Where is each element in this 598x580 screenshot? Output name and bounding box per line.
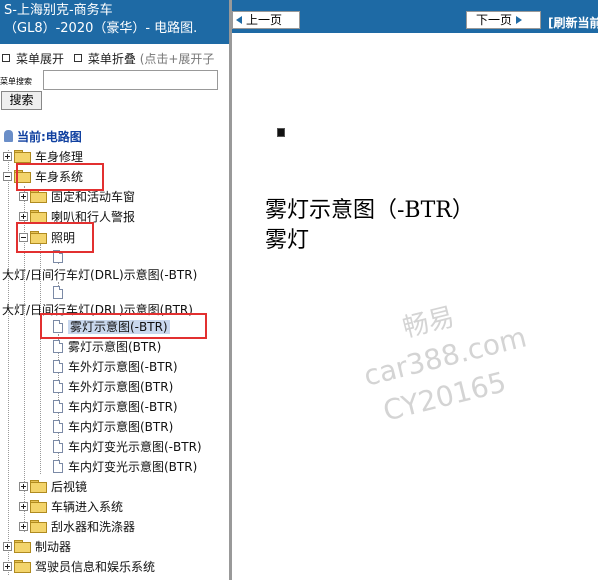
folder-icon (30, 520, 47, 533)
menu-toggles: 菜单展开 菜单折叠 (点击+展开子 (2, 50, 214, 67)
folder-icon (14, 560, 31, 573)
collapse-menu-icon[interactable] (73, 54, 82, 62)
search-button[interactable]: 搜索 (1, 91, 42, 110)
search-input[interactable] (43, 70, 218, 90)
node-label: 后视镜 (51, 480, 88, 494)
diagram-title: 雾灯示意图（-BTR） (265, 198, 474, 223)
folder-icon (30, 480, 47, 493)
tree-node-doc-icon[interactable] (53, 284, 68, 302)
next-page-button[interactable]: 下一页 (466, 11, 541, 29)
collapse-icon[interactable] (3, 172, 12, 181)
tree-node-fog-btr[interactable]: 雾灯示意图(BTR) (53, 338, 161, 356)
tree-line (8, 150, 9, 575)
collapse-hint: (点击+展开子 (139, 52, 215, 66)
node-label: 大灯/日间行车灯(DRL)示意图(-BTR) (2, 268, 198, 282)
node-label: 刮水器和洗涤器 (51, 520, 136, 534)
next-page-label: 下一页 (476, 13, 513, 27)
tree-node-int-btr[interactable]: 车内灯示意图(BTR) (53, 418, 173, 436)
highlight-box-fog-lamp (40, 313, 207, 339)
nav-header: S-上海别克-商务车 （GL8）-2020（豪华）- 电路图. (0, 0, 229, 44)
tree-node-brakes[interactable]: 制动器 (3, 538, 71, 556)
document-icon (53, 286, 63, 299)
content-toolbar: 上一页 下一页 [刷新当前 (232, 0, 598, 33)
expand-icon[interactable] (19, 192, 28, 201)
tree-node-wipers[interactable]: 刮水器和洗涤器 (19, 518, 135, 536)
document-icon (53, 460, 63, 473)
document-icon (53, 380, 63, 393)
location-icon (4, 130, 13, 142)
node-label: 车外灯示意图(-BTR) (68, 360, 178, 374)
folder-icon (30, 500, 47, 513)
arrow-right-icon (516, 16, 523, 24)
tree-node-dim-btr[interactable]: 车内灯变光示意图(BTR) (53, 458, 197, 476)
tree-node-entry[interactable]: 车辆进入系统 (19, 498, 123, 516)
node-label: 固定和活动车窗 (51, 190, 136, 204)
expand-icon[interactable] (19, 482, 28, 491)
diagram-subtitle: 雾灯 (265, 228, 310, 253)
expand-icon[interactable] (19, 212, 28, 221)
broken-image-icon (277, 128, 285, 137)
node-label: 雾灯示意图(BTR) (68, 340, 162, 354)
tree-node-drl-btr-minus[interactable]: 大灯/日间行车灯(DRL)示意图(-BTR) (2, 266, 197, 284)
node-label: 制动器 (35, 540, 72, 554)
node-label: 车内灯变光示意图(-BTR) (68, 440, 202, 454)
vehicle-title-line1: S-上海别克-商务车 (4, 3, 113, 18)
document-icon (53, 420, 63, 433)
node-label: 车内灯变光示意图(BTR) (68, 460, 198, 474)
node-label: 车内灯示意图(-BTR) (68, 400, 178, 414)
expand-menu-link[interactable]: 菜单展开 (16, 52, 64, 66)
folder-icon (14, 150, 31, 163)
tree-node-dim-btr-minus[interactable]: 车内灯变光示意图(-BTR) (53, 438, 202, 456)
folder-icon (14, 540, 31, 553)
highlight-box-body-system (16, 163, 104, 191)
tree-node-infotainment[interactable]: 驾驶员信息和娱乐系统 (3, 558, 155, 576)
content-pane: 上一页 下一页 [刷新当前 雾灯示意图（-BTR） 雾灯 畅易 car388.c… (232, 0, 598, 580)
document-icon (53, 340, 63, 353)
node-label: 车辆进入系统 (51, 500, 124, 514)
tree-node-mirrors[interactable]: 后视镜 (19, 478, 87, 496)
expand-icon[interactable] (19, 502, 28, 511)
node-label: 驾驶员信息和娱乐系统 (35, 560, 156, 574)
tree-node-int-btr-minus[interactable]: 车内灯示意图(-BTR) (53, 398, 178, 416)
document-icon (53, 400, 63, 413)
highlight-box-lighting (16, 222, 94, 253)
tree-node-ext-btr-minus[interactable]: 车外灯示意图(-BTR) (53, 358, 178, 376)
refresh-link[interactable]: [刷新当前 (548, 14, 598, 31)
document-icon (53, 360, 63, 373)
tree-node-ext-btr[interactable]: 车外灯示意图(BTR) (53, 378, 173, 396)
collapse-menu-link[interactable]: 菜单折叠 (88, 52, 136, 66)
folder-icon (30, 210, 47, 223)
node-label: 车外灯示意图(BTR) (68, 380, 174, 394)
folder-icon (30, 190, 47, 203)
expand-icon[interactable] (19, 522, 28, 531)
current-location-label: 当前:电路图 (17, 130, 82, 144)
node-label: 车内灯示意图(BTR) (68, 420, 174, 434)
vehicle-title-line2: （GL8）-2020（豪华）- 电路图. (4, 21, 198, 36)
search-label: 菜单搜索 (0, 77, 32, 86)
expand-icon[interactable] (3, 152, 12, 161)
prev-page-button[interactable]: 上一页 (232, 11, 300, 29)
expand-icon[interactable] (3, 562, 12, 571)
document-icon (53, 440, 63, 453)
node-label: 车身修理 (35, 150, 84, 164)
arrow-left-icon (236, 16, 242, 24)
expand-icon[interactable] (3, 542, 12, 551)
expand-menu-icon[interactable] (2, 54, 10, 62)
current-location: 当前:电路图 (4, 128, 82, 145)
prev-page-label: 上一页 (246, 13, 283, 27)
nav-pane: S-上海别克-商务车 （GL8）-2020（豪华）- 电路图. 菜单展开 菜单折… (0, 0, 229, 580)
